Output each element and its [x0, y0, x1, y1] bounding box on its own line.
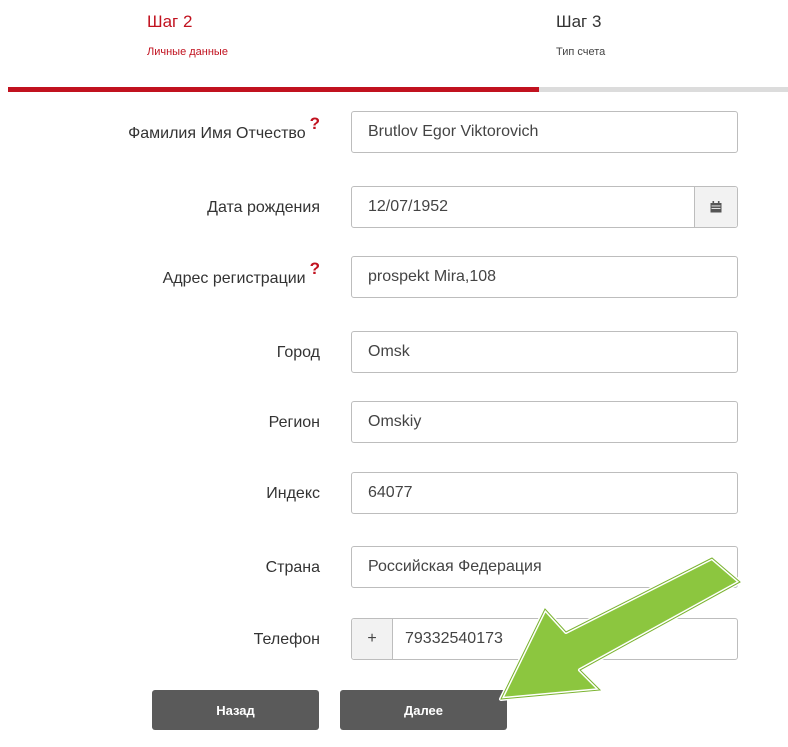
address-label-text: Адрес регистрации	[162, 270, 306, 287]
back-button[interactable]: Назад	[152, 690, 319, 730]
address-label: Адрес регистрации?	[163, 256, 320, 300]
step-2-subtitle: Личные данные	[147, 46, 228, 58]
phone-input[interactable]	[393, 619, 737, 659]
phone-prefix: +	[352, 619, 393, 659]
phone-field: +	[351, 618, 738, 660]
step-3: Шаг 3 Тип счета	[556, 12, 605, 58]
region-label: Регион	[268, 414, 320, 431]
fullname-label: Фамилия Имя Отчество?	[128, 111, 320, 155]
row-phone: Телефон +	[0, 618, 788, 662]
progress-fill	[8, 87, 539, 92]
row-region: Регион	[0, 401, 788, 445]
calendar-icon	[710, 201, 722, 213]
row-index: Индекс	[0, 472, 788, 516]
region-field	[351, 401, 738, 443]
step-3-title: Шаг 3	[556, 12, 602, 31]
row-country: Страна	[0, 546, 788, 590]
country-field	[351, 546, 738, 588]
step-3-subtitle: Тип счета	[556, 46, 606, 58]
next-button[interactable]: Далее	[340, 690, 507, 730]
row-fullname: Фамилия Имя Отчество?	[0, 111, 788, 155]
row-birthdate: Дата рождения	[0, 186, 788, 230]
birthdate-input[interactable]	[352, 187, 696, 227]
country-input[interactable]	[352, 547, 737, 587]
index-input[interactable]	[352, 473, 737, 513]
country-label: Страна	[265, 559, 320, 576]
step-progress: Шаг 2 Личные данные Шаг 3 Тип счета	[0, 0, 788, 100]
fullname-help-icon[interactable]: ?	[310, 114, 320, 133]
step-2-title: Шаг 2	[147, 12, 193, 31]
address-field	[351, 256, 738, 298]
birthdate-field	[351, 186, 738, 228]
calendar-button[interactable]	[694, 187, 737, 227]
index-label: Индекс	[266, 485, 320, 502]
step-2: Шаг 2 Личные данные	[147, 12, 228, 58]
progress-track	[8, 87, 788, 92]
fullname-input[interactable]	[352, 112, 737, 152]
region-input[interactable]	[352, 402, 737, 442]
row-address: Адрес регистрации?	[0, 256, 788, 300]
index-field	[351, 472, 738, 514]
city-label: Город	[276, 344, 320, 361]
phone-label: Телефон	[253, 631, 320, 648]
city-input[interactable]	[352, 332, 737, 372]
address-help-icon[interactable]: ?	[310, 259, 320, 278]
address-input[interactable]	[352, 257, 737, 297]
birthdate-label: Дата рождения	[207, 199, 320, 216]
fullname-label-text: Фамилия Имя Отчество	[128, 125, 306, 142]
row-city: Город	[0, 331, 788, 375]
city-field	[351, 331, 738, 373]
fullname-field	[351, 111, 738, 153]
